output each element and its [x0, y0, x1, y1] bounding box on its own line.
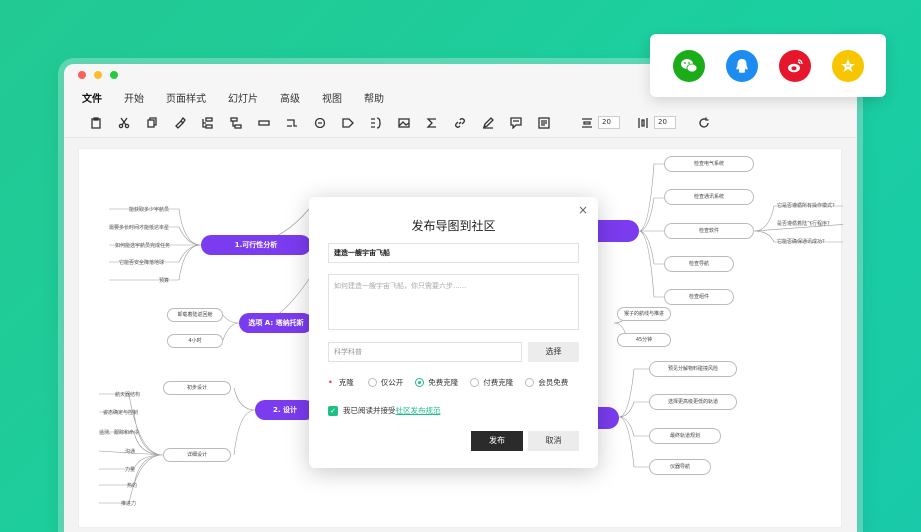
node[interactable]: 检查软件 [664, 223, 754, 239]
leaf-text[interactable]: 如何能选宇航员完成任务 [115, 242, 170, 249]
menu-view[interactable]: 视图 [322, 90, 342, 105]
node[interactable]: 仪器导航 [649, 459, 711, 475]
qq-icon[interactable] [725, 49, 758, 82]
node[interactable]: 猴子的航线与推进 [617, 307, 671, 321]
menu-file[interactable]: 文件 [82, 90, 102, 105]
insert-subtopic-icon[interactable] [222, 113, 250, 133]
node[interactable]: 最终轨道规划 [649, 428, 721, 444]
radio-member-free[interactable]: 会员免费 [525, 377, 568, 388]
radio-circle-selected [415, 378, 425, 387]
format-painter-icon[interactable] [166, 113, 194, 133]
cut-icon[interactable] [110, 113, 138, 133]
branch-option-a[interactable]: 选项 A: 塔纳托斯 [239, 313, 313, 333]
close-window-button[interactable] [78, 71, 86, 79]
radio-label: 会员免费 [538, 378, 569, 387]
radio-public-only[interactable]: 仅公开 [367, 377, 404, 388]
leaf-text[interactable]: 预算 [159, 277, 169, 284]
menu-help[interactable]: 帮助 [364, 90, 384, 105]
connector-icon[interactable] [278, 113, 306, 133]
leaf-text[interactable]: 航天器结构 [115, 391, 140, 398]
insert-topic-icon[interactable] [194, 113, 222, 133]
radio-circle [470, 378, 480, 387]
node[interactable]: 检查组件 [664, 289, 734, 305]
radio-circle [525, 378, 535, 387]
description-textarea[interactable]: 如何建造一艘宇宙飞船，你只需要六步...... [328, 274, 579, 330]
radio-label: 仅公开 [380, 378, 404, 387]
toolbar: 20 20 [64, 108, 857, 138]
agree-checkbox[interactable]: ✓ [328, 405, 338, 416]
tag-icon[interactable] [334, 113, 362, 133]
community-rules-link[interactable]: 社区发布规范 [396, 405, 441, 416]
node[interactable]: 选择更高级更低的轨道 [649, 394, 737, 410]
branch-feasibility[interactable]: 1.可行性分析 [201, 235, 311, 255]
horizontal-spacing-input[interactable]: 20 [598, 116, 620, 129]
node[interactable]: 4小时 [167, 334, 223, 348]
wechat-icon[interactable] [672, 49, 705, 82]
node[interactable]: 检查电气系统 [664, 156, 754, 172]
license-radio-group: • 克隆 仅公开 免费克隆 付费克隆 会员免费 [328, 377, 580, 388]
refresh-icon[interactable] [690, 113, 718, 133]
branch-design[interactable]: 2. 设计 [255, 400, 315, 420]
radio-circle [367, 378, 377, 387]
minimize-window-button[interactable] [94, 71, 102, 79]
close-icon[interactable]: × [578, 203, 588, 217]
node[interactable]: 初步设计 [163, 381, 231, 395]
copy-icon[interactable] [138, 113, 166, 133]
radio-paid-clone[interactable]: 付费克隆 [470, 377, 513, 388]
node[interactable]: 检查通讯系统 [664, 189, 754, 205]
agree-text: 我已阅读并接受 [343, 406, 396, 415]
formula-sigma-icon[interactable] [418, 113, 446, 133]
leaf-text[interactable]: 它是否遵循所有操作模式? [777, 202, 835, 209]
radio-label: 付费克隆 [483, 378, 514, 387]
image-icon[interactable] [390, 113, 418, 133]
radio-label: 免费克隆 [428, 378, 459, 387]
license-label: 克隆 [338, 378, 354, 387]
menu-advanced[interactable]: 高级 [280, 90, 300, 105]
node[interactable]: 详细设计 [163, 448, 231, 462]
note-icon[interactable] [502, 113, 530, 133]
leaf-text[interactable]: 能获取多少宇航员 [129, 206, 169, 213]
menu-start[interactable]: 开始 [124, 90, 144, 105]
vertical-spacing-input[interactable]: 20 [654, 116, 676, 129]
agreement-row: ✓ 我已阅读并接受 社区发布规范 [328, 405, 441, 416]
clipboard-icon[interactable] [82, 113, 110, 133]
menu-slides[interactable]: 幻灯片 [228, 90, 258, 105]
leaf-text[interactable]: 力量 [125, 466, 135, 473]
publish-button[interactable]: 发布 [471, 431, 523, 451]
leaf-text[interactable]: 是否遵循着陆飞行程序? [777, 220, 830, 227]
dialog-title: 发布导图到社区 [411, 219, 496, 233]
category-input[interactable]: 科学科普 [328, 342, 522, 362]
map-name-input[interactable]: 建造一艘宇宙飞船 [328, 243, 579, 263]
vertical-spacing-icon [636, 113, 650, 133]
rectangle-icon[interactable] [250, 113, 278, 133]
favorite-star-icon[interactable] [831, 49, 864, 82]
outline-icon[interactable] [530, 113, 558, 133]
comment-icon[interactable] [306, 113, 334, 133]
publish-dialog: 发布导图到社区 × 建造一艘宇宙飞船 如何建造一艘宇宙飞船，你只需要六步....… [309, 197, 598, 468]
radio-free-clone[interactable]: 免费克隆 [415, 377, 458, 388]
leaf-text[interactable]: 它能否确保通讯成功? [777, 238, 825, 245]
weibo-icon[interactable] [778, 49, 811, 82]
leaf-text[interactable]: 姿态确定与控制 [103, 409, 138, 416]
node[interactable]: 检查导航 [664, 256, 734, 272]
summary-icon[interactable] [362, 113, 390, 133]
leaf-text[interactable]: 热的 [127, 482, 137, 489]
link-icon[interactable] [446, 113, 474, 133]
leaf-text[interactable]: 需要多长时间才能抵达本星 [109, 224, 169, 231]
maximize-window-button[interactable] [110, 71, 118, 79]
leaf-text[interactable]: 沟通 [125, 448, 135, 455]
menu-page-style[interactable]: 页面样式 [166, 90, 206, 105]
leaf-text[interactable]: 它能否安全降落地球 [119, 259, 164, 266]
node[interactable]: 预见分解物料碰撞风险 [649, 361, 737, 377]
leaf-text[interactable]: 推进力 [121, 500, 136, 507]
node[interactable]: 卸载着陆返回舱 [167, 308, 223, 322]
horizontal-spacing-icon [580, 113, 594, 133]
leaf-text[interactable]: 遥测、跟踪和命令 [99, 429, 139, 436]
share-panel [650, 34, 886, 97]
cancel-button[interactable]: 取消 [528, 431, 579, 451]
pen-icon[interactable] [474, 113, 502, 133]
node[interactable]: 45分钟 [617, 333, 671, 347]
required-marker: • [328, 378, 333, 387]
select-category-button[interactable]: 选择 [528, 342, 579, 362]
